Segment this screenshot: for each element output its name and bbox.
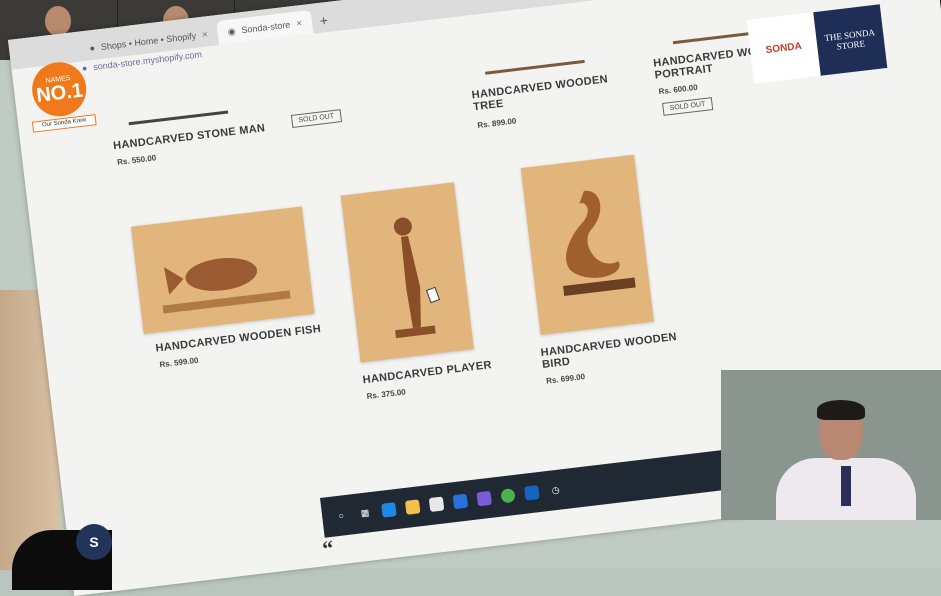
product-price: Rs. 550.00 [116, 153, 157, 167]
product-title[interactable]: HANDCARVED WOODEN BIRD [540, 329, 692, 371]
product-title[interactable]: HANDCARVED WOODEN TREE [471, 72, 623, 113]
store-icon[interactable] [428, 496, 445, 513]
product-image-bird[interactable] [520, 154, 654, 336]
product-title[interactable]: HANDCARVED PLAYER [362, 359, 492, 386]
testimonial-quote-icon: “ [320, 535, 335, 562]
edge-icon[interactable] [381, 502, 397, 518]
shopify-chat-icon[interactable]: S [76, 524, 112, 560]
fish-carving-icon [162, 257, 291, 314]
bird-carving-icon [563, 190, 636, 296]
product-price: Rs. 600.00 [658, 82, 699, 97]
close-icon[interactable]: × [295, 18, 302, 30]
store-logo[interactable]: NAMES NO.1 Our Sonda Krew [25, 59, 98, 150]
player-carving-icon [393, 217, 436, 339]
product-image-edge [128, 110, 229, 126]
product-title[interactable]: HANDCARVED STONE MAN [113, 122, 266, 152]
product-price: Rs. 699.00 [545, 372, 586, 386]
globe-icon: ◉ [227, 25, 237, 37]
chrome-icon[interactable] [500, 487, 516, 504]
tab-sonda-store[interactable]: ◉ Sonda-store × [216, 9, 314, 46]
close-icon[interactable]: × [201, 29, 208, 41]
sold-out-button[interactable]: SOLD OUT [290, 109, 342, 128]
teams-icon[interactable] [476, 490, 493, 507]
clock-icon[interactable]: ◷ [548, 482, 564, 498]
product-price: Rs. 375.00 [366, 387, 407, 402]
product-price: Rs. 899.00 [476, 116, 517, 130]
task-view-icon[interactable]: ▦ [357, 505, 373, 521]
product-image-player[interactable] [340, 182, 474, 363]
presenter-webcam [721, 370, 941, 520]
new-tab-button[interactable]: + [310, 7, 337, 34]
search-icon[interactable]: ○ [333, 508, 349, 524]
file-explorer-icon[interactable] [404, 499, 421, 515]
product-image-edge [485, 59, 585, 75]
word-icon[interactable] [524, 485, 540, 501]
product-image-fish[interactable] [130, 206, 315, 334]
sold-out-button[interactable]: SOLD OUT [662, 97, 714, 116]
mail-icon[interactable] [452, 493, 469, 510]
shopify-tab-icon: ● [88, 42, 96, 54]
product-price: Rs. 599.00 [158, 355, 199, 370]
